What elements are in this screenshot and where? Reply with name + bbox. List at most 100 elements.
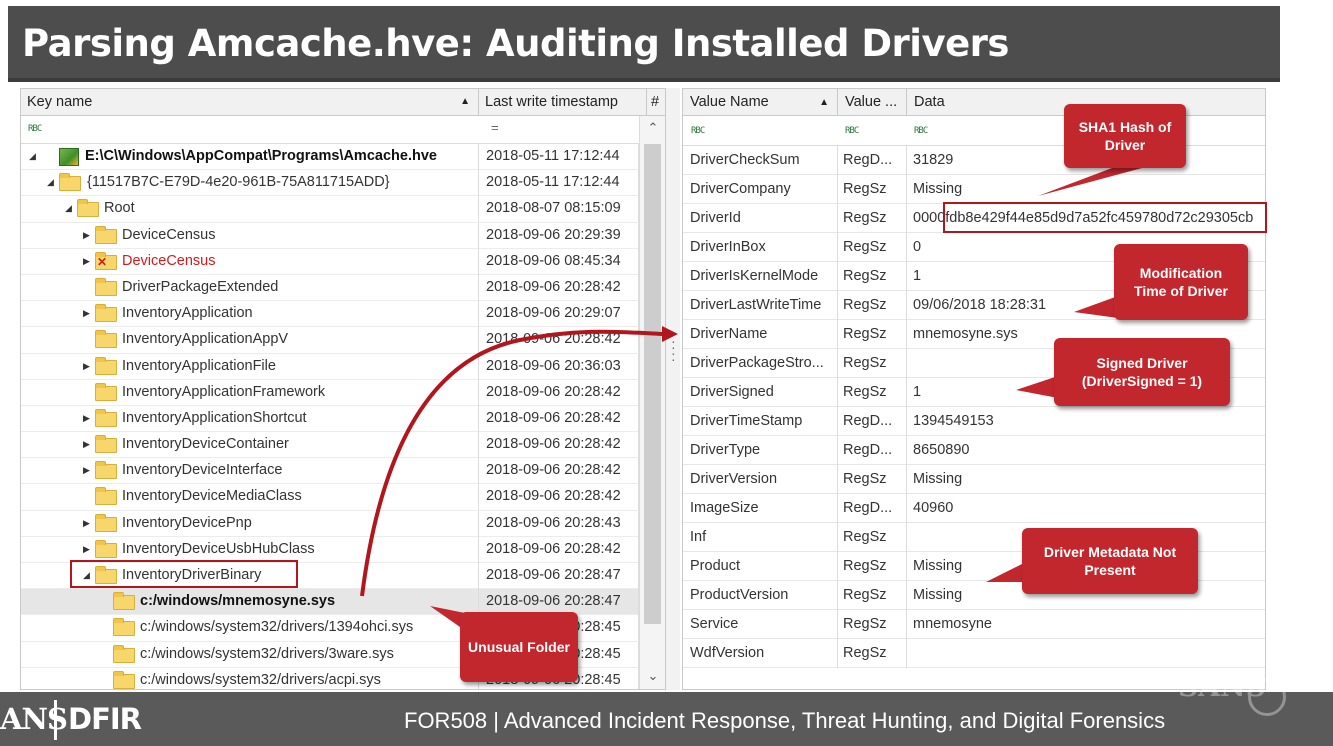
column-header-key-name[interactable]: Key name ▲ — [21, 89, 479, 116]
value-type-cell: RegSz — [838, 639, 907, 668]
value-name-cell: DriverCheckSum — [683, 146, 838, 175]
column-header-last-write[interactable]: Last write timestamp — [479, 89, 647, 116]
folder-icon — [113, 670, 135, 689]
value-type-cell: RegSz — [838, 320, 907, 349]
splitter-grip-icon[interactable]: · · · · — [671, 334, 676, 366]
filter-text-icon[interactable]: RBC — [28, 124, 42, 134]
tree-item-timestamp: 2018-09-06 20:28:42 — [479, 274, 639, 301]
tree-row-device-census[interactable]: ▶ DeviceCensus 2018-09-06 20:29:39 — [21, 222, 639, 249]
key-tree-scrollbar[interactable]: ⌃ ⌄ — [639, 116, 665, 689]
folder-icon — [95, 225, 117, 244]
expand-arrow-icon[interactable]: ▶ — [83, 458, 90, 483]
tree-row-inventory-application-file[interactable]: ▶ InventoryApplicationFile 2018-09-06 20… — [21, 353, 639, 380]
scroll-up-icon[interactable]: ⌃ — [640, 120, 665, 136]
expand-arrow-icon[interactable]: ▶ — [83, 301, 90, 326]
value-row[interactable]: DriverType RegD... 8650890 — [683, 436, 1265, 465]
folder-icon — [113, 592, 135, 611]
registry-key-tree-pane: Key name ▲ Last write timestamp # RBC = … — [20, 88, 666, 690]
deleted-folder-icon — [95, 251, 117, 270]
slide-footer: ANS DFIR FOR508 | Advanced Incident Resp… — [0, 692, 1333, 746]
course-title: FOR508 | Advanced Incident Response, Thr… — [404, 708, 1166, 733]
tree-row-hive-root[interactable]: ◢ E:\C\Windows\AppCompat\Programs\Amcach… — [21, 144, 639, 171]
tree-item-label: InventoryApplicationFile — [122, 357, 276, 374]
tree-item-timestamp: 2018-09-06 20:28:42 — [479, 458, 639, 485]
tree-row-driver-package-extended[interactable]: DriverPackageExtended 2018-09-06 20:28:4… — [21, 274, 639, 302]
tree-item-timestamp: 2018-09-06 20:28:42 — [479, 405, 639, 432]
slide-title-bar: Parsing Amcache.hve: Auditing Installed … — [8, 6, 1280, 82]
tree-item-label: InventoryDevicePnp — [122, 514, 252, 531]
expand-arrow-icon[interactable]: ▶ — [83, 249, 90, 274]
tree-row-inventory-device-pnp[interactable]: ▶ InventoryDevicePnp 2018-09-06 20:28:43 — [21, 510, 639, 537]
tree-row-guid[interactable]: ◢ {11517B7C-E79D-4e20-961B-75A811715ADD}… — [21, 170, 639, 197]
filter-equals-icon[interactable]: = — [491, 120, 499, 135]
tree-row-inventory-application[interactable]: ▶ InventoryApplication 2018-09-06 20:29:… — [21, 301, 639, 328]
value-row[interactable]: WdfVersion RegSz — [683, 639, 1265, 668]
collapse-arrow-icon[interactable]: ◢ — [29, 144, 36, 169]
tree-item-label: Root — [104, 200, 135, 217]
tree-row-root[interactable]: ◢ Root 2018-08-07 08:15:09 — [21, 196, 639, 223]
value-row[interactable]: DriverCompany RegSz Missing — [683, 175, 1265, 204]
value-name-cell: DriverCompany — [683, 175, 838, 204]
expand-arrow-icon[interactable]: ▶ — [83, 406, 90, 431]
filter-text-icon[interactable]: RBC — [845, 126, 859, 136]
tree-row-inventory-application-shortcut[interactable]: ▶ InventoryApplicationShortcut 2018-09-0… — [21, 405, 639, 433]
value-row[interactable]: Service RegSz mnemosyne — [683, 610, 1265, 639]
sans-watermark-logo: SANS — [1178, 670, 1298, 722]
folder-icon — [95, 382, 117, 401]
value-type-cell: RegSz — [838, 523, 907, 552]
folder-icon — [95, 461, 117, 480]
value-name-cell: DriverLastWriteTime — [683, 291, 838, 320]
footer-divider — [54, 700, 57, 740]
tree-item-timestamp: 2018-05-11 17:12:44 — [479, 170, 639, 197]
expand-arrow-icon[interactable]: ▶ — [83, 537, 90, 562]
tree-row-inventory-device-media-class[interactable]: InventoryDeviceMediaClass 2018-09-06 20:… — [21, 484, 639, 511]
column-header-value-type[interactable]: Value ... — [838, 89, 907, 116]
folder-icon — [95, 435, 117, 454]
expand-arrow-icon[interactable]: ▶ — [83, 223, 90, 248]
scrollbar-thumb[interactable] — [644, 144, 661, 624]
tree-row-inventory-device-container[interactable]: ▶ InventoryDeviceContainer 2018-09-06 20… — [21, 432, 639, 459]
tree-item-timestamp: 2018-09-06 20:29:39 — [479, 222, 639, 249]
pane-splitter[interactable]: · · · · — [666, 88, 680, 690]
tree-row-device-census-deleted[interactable]: ▶ DeviceCensus 2018-09-06 08:45:34 — [21, 248, 639, 275]
value-row[interactable]: DriverTimeStamp RegD... 1394549153 — [683, 407, 1265, 436]
value-row[interactable]: ImageSize RegD... 40960 — [683, 494, 1265, 523]
scroll-down-icon[interactable]: ⌄ — [640, 668, 665, 684]
value-name-cell: Service — [683, 610, 838, 639]
tree-item-timestamp: 2018-09-06 20:36:03 — [479, 353, 639, 380]
sort-asc-icon: ▲ — [819, 97, 829, 108]
filter-text-icon[interactable]: RBC — [691, 126, 705, 136]
dfir-logo-text: DFIR — [68, 702, 142, 736]
collapse-arrow-icon[interactable]: ◢ — [47, 170, 54, 195]
column-header-count[interactable]: # — [647, 89, 665, 116]
value-name-cell: DriverSigned — [683, 378, 838, 407]
tree-item-label: E:\C\Windows\AppCompat\Programs\Amcache.… — [85, 148, 437, 164]
tree-item-timestamp: 2018-09-06 20:28:42 — [479, 484, 639, 511]
expand-arrow-icon[interactable]: ▶ — [83, 354, 90, 379]
value-data-cell: Missing — [913, 471, 963, 487]
key-tree-filter-row: RBC = — [21, 116, 665, 144]
folder-icon — [95, 356, 117, 375]
column-header-value-name[interactable]: Value Name ▲ — [683, 89, 838, 116]
value-name-cell: DriverPackageStro... — [683, 349, 838, 378]
column-label-key-name: Key name — [27, 94, 93, 110]
tree-item-timestamp: 2018-09-06 20:28:42 — [479, 432, 639, 459]
folder-icon — [113, 644, 135, 663]
tree-item-timestamp: 2018-09-06 08:45:34 — [479, 248, 639, 275]
tree-item-label: InventoryDeviceUsbHubClass — [122, 540, 315, 557]
tree-row-inventory-application-framework[interactable]: InventoryApplicationFramework 2018-09-06… — [21, 379, 639, 406]
folder-icon — [95, 513, 117, 532]
tree-item-label: InventoryDeviceMediaClass — [122, 488, 302, 505]
collapse-arrow-icon[interactable]: ◢ — [65, 196, 72, 221]
tree-row-inventory-application-appv[interactable]: InventoryApplicationAppV 2018-09-06 20:2… — [21, 327, 639, 354]
filter-text-icon[interactable]: RBC — [914, 126, 928, 136]
tree-item-timestamp: 2018-09-06 20:28:42 — [479, 327, 639, 354]
value-data-cell — [907, 639, 1265, 668]
tree-row-inventory-device-interface[interactable]: ▶ InventoryDeviceInterface 2018-09-06 20… — [21, 458, 639, 485]
value-row[interactable]: DriverVersion RegSz Missing — [683, 465, 1265, 494]
value-name-cell: WdfVersion — [683, 639, 838, 668]
expand-arrow-icon[interactable]: ▶ — [83, 432, 90, 457]
tree-item-label: InventoryApplication — [122, 305, 253, 322]
expand-arrow-icon[interactable]: ▶ — [83, 511, 90, 536]
callout-unusual-folder: Unusual Folder — [460, 612, 578, 682]
